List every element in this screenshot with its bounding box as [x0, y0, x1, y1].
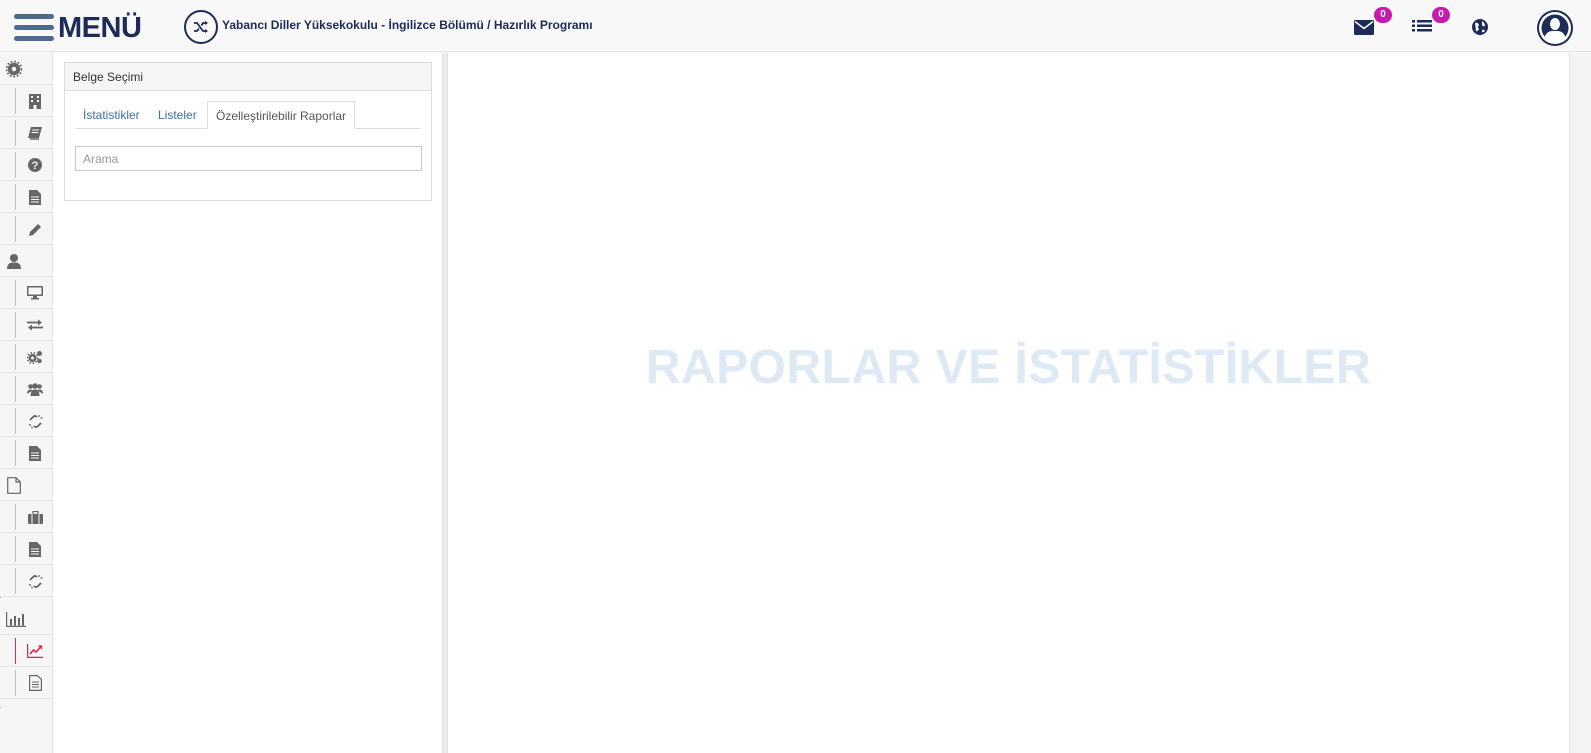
sidebar-item-links-2[interactable]: [0, 565, 53, 597]
sidebar-divider-mark: ◦: [0, 702, 1, 712]
sidebar-item-reports[interactable]: [0, 603, 53, 635]
link-icon: [27, 413, 43, 429]
exchange-icon: [27, 317, 43, 333]
card-title: Belge Seçimi: [65, 63, 431, 91]
users-icon: [27, 381, 43, 397]
sidebar-item-configuration[interactable]: [0, 341, 53, 373]
question-icon: ?: [27, 157, 43, 173]
switch-program-button[interactable]: [184, 10, 218, 44]
book-icon: [27, 125, 43, 141]
language-button[interactable]: [1466, 14, 1494, 40]
document-selection-card: Belge Seçimi İstatistikler Listeler Özel…: [64, 62, 432, 201]
sidebar-item-document-3[interactable]: [0, 533, 53, 565]
sidebar-item-transfer[interactable]: [0, 309, 53, 341]
cogs-icon: [27, 349, 43, 365]
sidebar-item-document-2[interactable]: [0, 437, 53, 469]
messages-button[interactable]: 0: [1350, 7, 1392, 40]
tab-statistics[interactable]: İstatistikler: [75, 101, 148, 129]
building-icon: [27, 93, 43, 109]
sidebar-item-edit[interactable]: [0, 213, 53, 245]
document-icon: [27, 541, 43, 557]
user-silhouette-icon: [1539, 12, 1571, 44]
sidebar-item-settings[interactable]: [0, 53, 53, 85]
document-selection-panel: Belge Seçimi İstatistikler Listeler Özel…: [54, 53, 442, 753]
monitor-icon: [27, 285, 43, 301]
tab-lists[interactable]: Listeler: [150, 101, 205, 129]
sidebar-item-briefcase[interactable]: [0, 501, 53, 533]
hamburger-menu-icon[interactable]: [14, 14, 54, 42]
gear-icon: [6, 60, 22, 78]
report-tabs: İstatistikler Listeler Özelleştirilebili…: [75, 101, 421, 129]
sidebar-item-statistics[interactable]: [0, 635, 53, 667]
tasks-count-badge: 0: [1432, 7, 1450, 23]
sidebar-item-monitor[interactable]: [0, 277, 53, 309]
file-text-icon: [27, 675, 43, 691]
document-icon: [27, 445, 43, 461]
tasks-button[interactable]: 0: [1408, 7, 1450, 40]
sidebar-item-user[interactable]: [0, 245, 53, 277]
sidebar-item-groups[interactable]: [0, 373, 53, 405]
link-icon: [27, 573, 43, 589]
page-watermark: RAPORLAR VE İSTATİSTİKLER: [645, 341, 1372, 394]
bar-chart-icon: [6, 611, 26, 627]
user-avatar[interactable]: [1537, 10, 1573, 46]
shuffle-icon: [194, 21, 208, 33]
messages-count-badge: 0: [1374, 7, 1392, 23]
sidebar-item-help[interactable]: ?: [0, 149, 53, 181]
search-input[interactable]: [75, 146, 422, 171]
sidebar-divider-mark: ◦: [0, 592, 1, 602]
sidebar: ?: [0, 53, 53, 753]
line-chart-icon: [27, 643, 43, 659]
main-content: RAPORLAR VE İSTATİSTİKLER: [448, 53, 1569, 753]
file-outline-icon: [6, 476, 22, 494]
svg-text:?: ?: [32, 160, 39, 172]
sidebar-item-building[interactable]: [0, 85, 53, 117]
sidebar-item-document[interactable]: [0, 181, 53, 213]
right-scrollbar[interactable]: [1569, 53, 1591, 753]
briefcase-icon: [27, 509, 43, 525]
top-bar: MENÜ Yabancı Diller Yüksekokulu - İngili…: [0, 0, 1591, 52]
sidebar-item-report-file[interactable]: [0, 667, 53, 699]
tab-custom-reports[interactable]: Özelleştirilebilir Raporlar: [207, 101, 356, 129]
document-icon: [27, 189, 43, 205]
sidebar-item-links[interactable]: [0, 405, 53, 437]
envelope-icon: [1354, 19, 1374, 35]
sidebar-item-book[interactable]: [0, 117, 53, 149]
user-icon: [6, 253, 22, 269]
list-icon: [1412, 20, 1432, 32]
program-title[interactable]: Yabancı Diller Yüksekokulu - İngilizce B…: [222, 18, 593, 32]
menu-label[interactable]: MENÜ: [58, 12, 142, 45]
globe-icon: [1472, 19, 1488, 35]
pencil-icon: [27, 221, 43, 237]
sidebar-item-files[interactable]: [0, 469, 53, 501]
